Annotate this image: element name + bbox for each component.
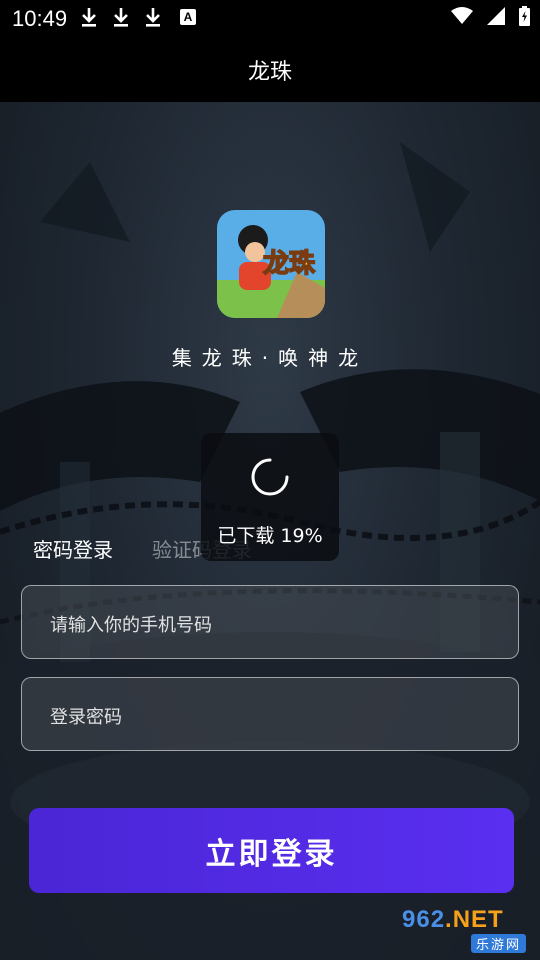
watermark-brand: 962.NET [402,906,504,934]
signal-icon [487,7,505,25]
status-time: 10:49 [12,6,68,31]
password-placeholder: 登录密码 [50,707,122,728]
login-button[interactable]: 立即登录 [29,808,514,893]
game-slogan: 集龙珠·唤神龙 [171,346,369,370]
page-title: 龙珠 [247,60,292,85]
download-icon [146,8,160,27]
password-input[interactable]: 登录密码 [21,677,519,751]
app-header: 龙珠 [0,36,540,102]
download-icon [114,8,128,27]
download-icon [82,8,96,27]
download-progress-dialog: 已下载 19% [201,433,339,561]
download-progress-text: 已下载 19% [217,525,323,547]
phone-placeholder: 请输入你的手机号码 [50,615,212,636]
loading-spinner-icon [251,458,289,496]
svg-text:龙珠: 龙珠 [263,249,316,279]
watermark-brand-number: 962 [402,906,446,933]
watermark-brand-suffix: .NET [445,906,504,933]
phone-input[interactable]: 请输入你的手机号码 [21,585,519,659]
watermark-sub: 乐游网 [470,934,526,953]
login-screen: 龙珠 集龙珠·唤神龙 密码登录 验证码登录 已下载 19% 请输入你的手机号码 … [0,102,540,960]
dragon-ball-game-icon: 龙珠 [217,210,325,318]
status-bar: 10:49 A [0,0,540,36]
tab-password-login[interactable]: 密码登录 [33,534,113,563]
system-icons [451,6,530,26]
notification-icons: A [80,6,196,28]
watermark-logo: 962.NET 乐游网 [402,906,534,954]
login-button-label: 立即登录 [205,836,338,872]
a-notification-icon: A [180,9,196,25]
wifi-icon [451,7,473,24]
battery-charging-icon [519,6,530,26]
